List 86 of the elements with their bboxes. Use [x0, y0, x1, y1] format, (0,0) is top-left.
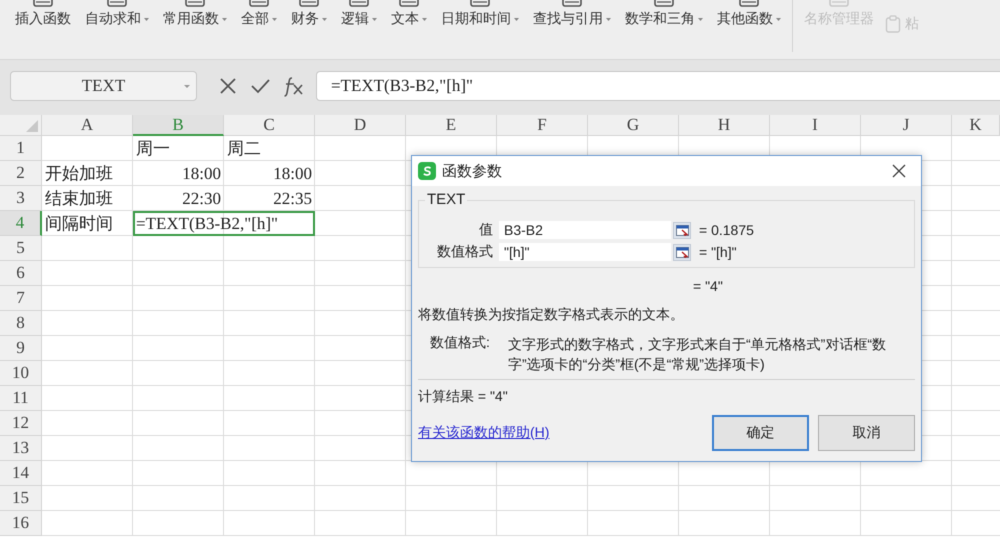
column-header[interactable]: K — [952, 115, 1000, 136]
ribbon-button[interactable]: 逻辑 — [334, 0, 384, 28]
cell[interactable]: 结束加班 — [42, 186, 133, 211]
box-icon — [398, 0, 420, 8]
row-header[interactable]: 2 — [0, 161, 42, 186]
ribbon-button[interactable]: 查找与引用 — [526, 0, 618, 28]
cell[interactable]: =TEXT(B3-B2,"[h]" — [133, 211, 315, 236]
box-icon — [248, 0, 270, 8]
argument-result: = 0.1875 — [699, 222, 754, 238]
ribbon-button[interactable]: 常用函数 — [156, 0, 234, 28]
range-select-button[interactable] — [673, 244, 691, 260]
cell[interactable]: 间隔时间 — [42, 211, 133, 236]
row-header[interactable]: 9 — [0, 336, 42, 361]
formula-result: = "4" — [693, 278, 724, 296]
ribbon-button[interactable]: 其他函数 — [710, 0, 788, 28]
column-header[interactable]: C — [224, 115, 315, 136]
row-header[interactable]: 6 — [0, 261, 42, 286]
ribbon-button[interactable]: 财务 — [284, 0, 334, 28]
column-header[interactable]: J — [861, 115, 952, 136]
cell[interactable]: 开始加班 — [42, 161, 133, 186]
box-icon — [561, 0, 583, 8]
box-icon — [348, 0, 370, 8]
row-header[interactable]: 5 — [0, 236, 42, 261]
column-header[interactable]: D — [315, 115, 406, 136]
column-header[interactable]: F — [497, 115, 588, 136]
range-select-icon — [676, 246, 688, 258]
row-header[interactable]: 8 — [0, 311, 42, 336]
argument-field[interactable]: "[h]" — [499, 243, 671, 261]
check-icon[interactable] — [251, 77, 270, 95]
dropdown-icon — [184, 85, 190, 88]
cell[interactable]: 周一 — [133, 136, 224, 161]
ribbon-button[interactable]: 日期和时间 — [434, 0, 526, 28]
argument-label: 值 — [478, 221, 494, 239]
formula-field[interactable]: =TEXT(B3-B2,"[h]" — [316, 71, 1000, 101]
close-icon[interactable] — [891, 163, 907, 179]
column-header[interactable]: E — [406, 115, 497, 136]
box-icon — [32, 0, 54, 8]
function-description: 将数值转换为按指定数字格式表示的文本。 — [418, 306, 685, 324]
row-header[interactable]: 7 — [0, 286, 42, 311]
argument-field[interactable]: B3-B2 — [499, 221, 671, 239]
cell[interactable]: 22:35 — [224, 186, 315, 211]
column-header[interactable]: I — [770, 115, 861, 136]
ribbon-button[interactable]: 文本 — [384, 0, 434, 28]
cell[interactable]: 18:00 — [224, 161, 315, 186]
ok-button[interactable]: 确定 — [712, 415, 809, 451]
argument-help-text: 文字形式的数字格式，文字形式来自于“单元格格式”对话框“数字”选项卡的“分类”框(不是“常规”选择项卡) — [508, 335, 887, 374]
row-header[interactable]: 10 — [0, 361, 42, 386]
cell[interactable]: 周二 — [224, 136, 315, 161]
box-icon — [828, 0, 850, 8]
cancel-icon[interactable] — [219, 77, 237, 95]
argument-label: 数值格式 — [436, 243, 494, 261]
ribbon-button[interactable]: 插入函数 — [8, 0, 78, 28]
box-icon — [653, 0, 675, 8]
row-header[interactable]: 3 — [0, 186, 42, 211]
row-header[interactable]: 12 — [0, 411, 42, 436]
ribbon-button[interactable]: 全部 — [234, 0, 284, 28]
calculation-result: 计算结果 = "4" — [418, 388, 509, 406]
cancel-button[interactable]: 取消 — [818, 415, 915, 451]
row-header[interactable]: 15 — [0, 486, 42, 511]
box-icon — [184, 0, 206, 8]
row-header[interactable]: 1 — [0, 136, 42, 161]
range-select-button[interactable] — [673, 222, 691, 238]
help-link[interactable]: 有关该函数的帮助(H) — [418, 424, 550, 442]
dialog-title: 函数参数 — [442, 162, 503, 180]
cell[interactable]: 18:00 — [133, 161, 224, 186]
argument-result: = "[h]" — [699, 244, 737, 260]
clipboard-icon — [885, 15, 901, 33]
box-icon — [106, 0, 128, 8]
ribbon-button[interactable]: 自动求和 — [78, 0, 156, 28]
box-icon — [298, 0, 320, 8]
column-header[interactable]: G — [588, 115, 679, 136]
ribbon-button[interactable]: 数学和三角 — [618, 0, 710, 28]
column-header[interactable]: H — [679, 115, 770, 136]
row-header[interactable]: 13 — [0, 436, 42, 461]
range-select-icon — [676, 224, 688, 236]
box-icon — [469, 0, 491, 8]
row-header[interactable]: 14 — [0, 461, 42, 486]
app-logo-icon — [418, 162, 436, 180]
argument-help-label: 数值格式: — [429, 334, 491, 352]
box-icon — [738, 0, 760, 8]
row-header[interactable]: 11 — [0, 386, 42, 411]
row-header[interactable]: 16 — [0, 511, 42, 536]
name-box[interactable]: TEXT — [10, 71, 197, 101]
column-header[interactable]: A — [42, 115, 133, 136]
cell[interactable]: 22:30 — [133, 186, 224, 211]
function-icon[interactable] — [283, 75, 304, 97]
